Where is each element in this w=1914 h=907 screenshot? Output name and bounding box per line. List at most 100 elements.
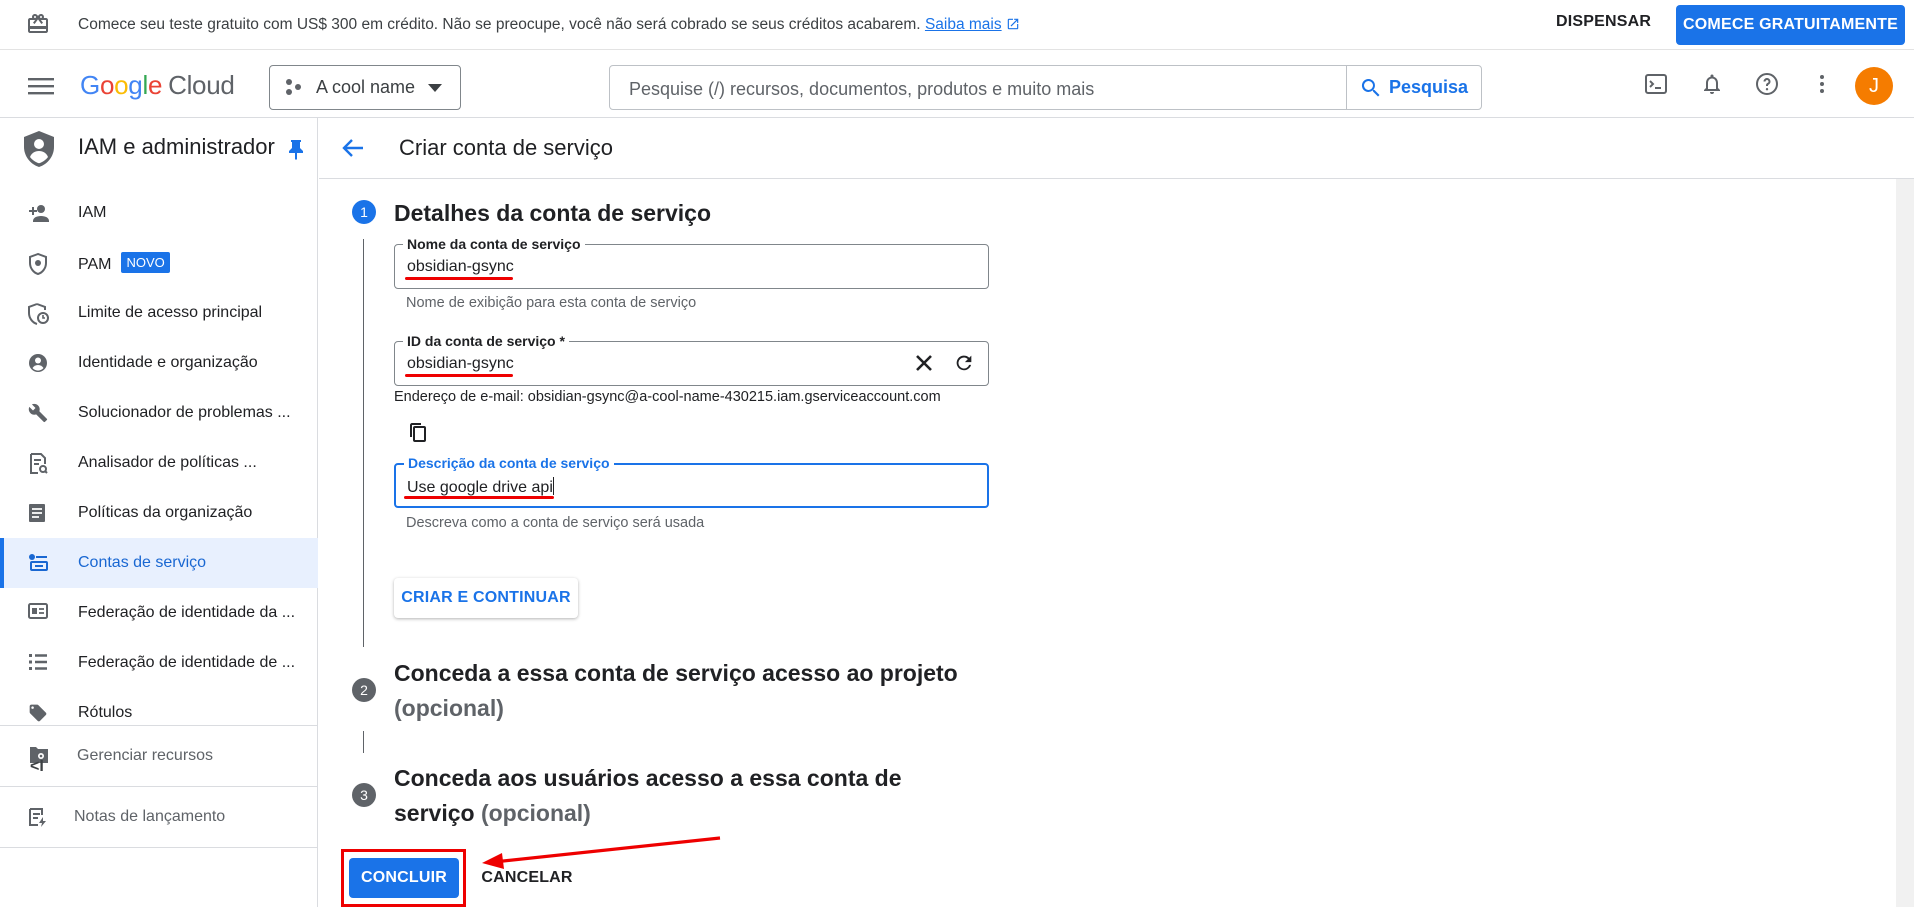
scrollbar[interactable]	[1896, 179, 1914, 907]
step-2-title[interactable]: Conceda a essa conta de serviço acesso a…	[394, 656, 958, 726]
dismiss-button[interactable]: DISPENSAR	[1556, 13, 1651, 39]
optional-label: (opcional)	[480, 800, 591, 826]
sidebar-item-label: Rótulos	[78, 704, 133, 721]
step-1-number: 1	[352, 200, 376, 224]
search-bar[interactable]: Pesquise (/) recursos, documentos, produ…	[609, 65, 1482, 110]
avatar[interactable]: J	[1855, 67, 1893, 105]
page-header: Criar conta de serviço	[319, 118, 1914, 179]
help-icon[interactable]	[1755, 72, 1779, 96]
sidebar-item-workload-identity-federation[interactable]: Federação de identidade da ...	[0, 588, 318, 638]
sidebar-item-label: Solucionador de problemas ...	[78, 404, 291, 421]
step-3-number: 3	[352, 783, 376, 807]
sidebar-item-pam[interactable]: PAM NOVO	[0, 238, 318, 288]
field-label: Descrição da conta de serviço	[404, 455, 614, 471]
project-name: A cool name	[316, 77, 416, 97]
service-account-icon	[28, 553, 48, 571]
sidebar-item-service-accounts[interactable]: Contas de serviço	[0, 538, 318, 588]
pin-icon[interactable]	[288, 140, 304, 160]
pam-label: PAM	[78, 256, 112, 273]
google-cloud-logo[interactable]: Google Cloud	[80, 70, 235, 101]
sidebar-item-iam[interactable]: IAM	[0, 188, 318, 238]
logo-google: Google	[80, 70, 163, 100]
sidebar: IAM e administrador IAM PAM NOVO Limite d…	[0, 118, 318, 907]
learn-more-label: Saiba mais	[924, 16, 1002, 33]
release-notes-link[interactable]: Notas de lançamento	[0, 792, 318, 842]
sidebar-divider	[0, 725, 318, 726]
page-title: Criar conta de serviço	[399, 135, 613, 160]
sidebar-item-label: Políticas da organização	[78, 504, 253, 521]
back-arrow-icon[interactable]	[342, 138, 364, 158]
more-vert-icon[interactable]	[1810, 72, 1834, 96]
release-notes-label: Notas de lançamento	[74, 808, 226, 825]
policy-analyzer-icon	[28, 453, 48, 475]
annotation-highlight-box	[341, 849, 466, 907]
field-value[interactable]: obsidian-gsync	[407, 258, 514, 276]
manage-resources-link[interactable]: Gerenciar recursos	[0, 731, 318, 781]
new-badge: NOVO	[121, 252, 170, 273]
optional-label: (opcional)	[394, 695, 504, 721]
refresh-icon[interactable]	[953, 352, 975, 374]
field-value[interactable]: obsidian-gsync	[407, 355, 514, 373]
copy-icon[interactable]	[409, 422, 427, 442]
wrench-icon	[28, 403, 48, 423]
sidebar-item-troubleshooter[interactable]: Solucionador de problemas ...	[0, 388, 318, 438]
avatar-initial: J	[1869, 74, 1879, 97]
annotation-arrow	[480, 832, 722, 872]
shield-lock-icon	[28, 253, 48, 275]
step-connector	[363, 239, 364, 647]
annotation-underline	[405, 374, 513, 377]
start-free-button[interactable]: COMECE GRATUITAMENTE	[1676, 5, 1905, 45]
project-icon	[284, 78, 304, 98]
notifications-icon[interactable]	[1700, 72, 1724, 96]
sidebar-item-workforce-identity-federation[interactable]: Federação de identidade de ...	[0, 638, 318, 688]
field-value[interactable]: Use google drive api	[407, 477, 554, 497]
service-account-id-field[interactable]: ID da conta de serviço * obsidian-gsync	[394, 333, 989, 386]
logo-cloud: Cloud	[168, 70, 235, 100]
sidebar-item-org-policies[interactable]: Políticas da organização	[0, 488, 318, 538]
description-text: Use google drive api	[407, 479, 553, 496]
menu-icon[interactable]	[28, 76, 54, 96]
step-2-title-text: Conceda a essa conta de serviço acesso a…	[394, 660, 958, 686]
project-selector[interactable]: A cool name	[269, 65, 461, 110]
description-hint: Descreva como a conta de serviço será us…	[406, 515, 705, 531]
sidebar-item-label: Federação de identidade da ...	[78, 604, 296, 621]
service-account-name-field[interactable]: Nome da conta de serviço obsidian-gsync	[394, 236, 989, 289]
top-bar: Google Cloud A cool name Pesquise (/) rec…	[0, 50, 1914, 118]
name-hint: Nome de exibição para esta conta de serv…	[406, 295, 697, 311]
shield-icon	[22, 130, 56, 168]
field-label: Nome da conta de serviço	[403, 236, 585, 252]
learn-more-link[interactable]: Saiba mais	[925, 16, 1002, 33]
sidebar-item-identity-organization[interactable]: Identidade e organização	[0, 338, 318, 388]
sidebar-item-principal-access-boundary[interactable]: Limite de acesso principal	[0, 288, 318, 338]
step-connector	[363, 731, 364, 753]
step-3-title[interactable]: Conceda aos usuários acesso a essa conta…	[394, 761, 902, 831]
sidebar-item-label: Contas de serviço	[78, 554, 207, 571]
text-cursor	[552, 477, 554, 495]
sidebar-item-policy-analyzer[interactable]: Analisador de políticas ...	[0, 438, 318, 488]
sidebar-item-label: Identidade e organização	[78, 354, 258, 371]
step-3-title-line2: serviço	[394, 800, 475, 826]
person-add-icon	[28, 203, 50, 223]
service-account-email: Endereço de e-mail: obsidian-gsync@a-coo…	[394, 389, 941, 405]
search-input[interactable]: Pesquise (/) recursos, documentos, produ…	[629, 79, 1094, 100]
step-2-number: 2	[352, 678, 376, 702]
cloud-shell-icon[interactable]	[1644, 72, 1668, 96]
collapse-sidebar-icon[interactable]: <I	[30, 758, 44, 776]
create-and-continue-button[interactable]: CRIAR E CONTINUAR	[394, 578, 578, 618]
manage-resources-label: Gerenciar recursos	[77, 747, 214, 764]
banner-text: Comece seu teste gratuito com US$ 300 em…	[78, 16, 921, 33]
annotation-underline	[404, 496, 554, 499]
sidebar-divider	[0, 847, 318, 848]
gift-icon	[26, 12, 50, 36]
search-button-label: Pesquisa	[1389, 77, 1469, 97]
search-button[interactable]: Pesquisa	[1346, 66, 1482, 109]
external-link-icon	[1007, 18, 1019, 30]
clear-icon[interactable]	[913, 352, 935, 374]
step-3-title-line1: Conceda aos usuários acesso a essa conta…	[394, 765, 902, 791]
sidebar-header: IAM e administrador	[0, 118, 318, 178]
annotation-underline	[405, 277, 513, 280]
service-account-description-field[interactable]: Descrição da conta de serviço Use google…	[394, 455, 989, 508]
sidebar-item-label: PAM NOVO	[78, 252, 170, 275]
account-circle-icon	[28, 353, 48, 373]
sidebar-divider	[0, 786, 318, 787]
